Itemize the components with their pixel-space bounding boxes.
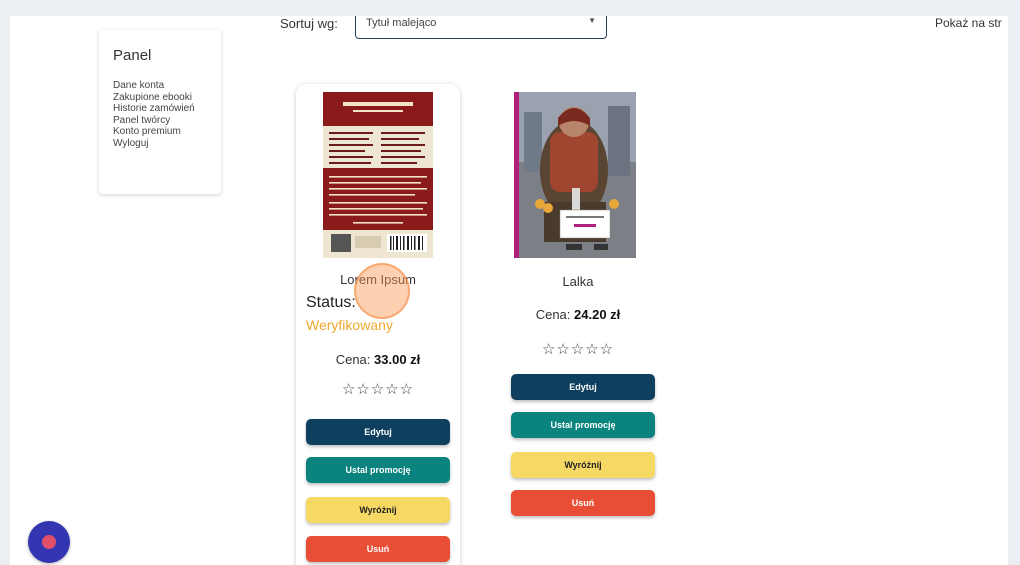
book-price: Cena: 24.20 zł — [496, 307, 660, 322]
edit-button[interactable]: Edytuj — [306, 419, 450, 445]
chat-bubble-button[interactable] — [28, 521, 70, 563]
sort-select[interactable]: Tytuł malejąco ▼ — [355, 16, 607, 39]
main-content: Sortuj wg: Tytuł malejąco ▼ Pokaż na str… — [10, 16, 1008, 565]
feature-button[interactable]: Wyróżnij — [511, 452, 655, 478]
set-promotion-button[interactable]: Ustal promocję — [306, 457, 450, 483]
panel-link-purchased-ebooks[interactable]: Zakupione ebooki — [113, 92, 195, 104]
panel-link-account-data[interactable]: Dane konta — [113, 80, 195, 92]
status-value: Weryfikowany — [306, 317, 393, 333]
sort-selected-value: Tytuł malejąco — [366, 17, 437, 29]
per-page-label: Pokaż na str — [935, 16, 1002, 30]
set-promotion-button[interactable]: Ustal promocję — [511, 412, 655, 438]
panel-link-creator-panel[interactable]: Panel twórcy — [113, 115, 195, 127]
chat-icon — [42, 535, 56, 549]
book-card: Lorem Ipsum Status: Weryfikowany Cena: 3… — [296, 84, 460, 565]
panel-link-order-history[interactable]: Historie zamówień — [113, 103, 195, 115]
book-cover-image[interactable] — [323, 92, 433, 258]
book-title[interactable]: Lorem Ipsum — [296, 272, 460, 287]
price-label: Cena: — [535, 307, 571, 322]
price-value: 24.20 zł — [574, 307, 621, 322]
rating-stars-icon: ☆☆☆☆☆ — [541, 341, 615, 358]
chevron-down-icon: ▼ — [588, 16, 596, 25]
book-price: Cena: 33.00 zł — [296, 352, 460, 367]
panel-title: Panel — [113, 47, 152, 64]
delete-button[interactable]: Usuń — [306, 536, 450, 562]
panel-link-logout[interactable]: Wyloguj — [113, 138, 195, 150]
price-label: Cena: — [335, 352, 371, 367]
account-panel: Panel Dane konta Zakupione ebooki Histor… — [99, 30, 221, 194]
delete-button[interactable]: Usuń — [511, 490, 655, 516]
panel-menu: Dane konta Zakupione ebooki Historie zam… — [113, 80, 195, 150]
edit-button[interactable]: Edytuj — [511, 374, 655, 400]
book-title[interactable]: Lalka — [496, 274, 660, 289]
book-cover-image[interactable] — [514, 92, 636, 258]
rating-stars-icon: ☆☆☆☆☆ — [341, 381, 415, 398]
status-label: Status: — [306, 294, 356, 311]
panel-link-premium[interactable]: Konto premium — [113, 126, 195, 138]
book-card: Lalka Cena: 24.20 zł ☆☆☆☆☆ Edytuj Ustal … — [496, 84, 660, 544]
price-value: 33.00 zł — [374, 352, 421, 367]
sort-label: Sortuj wg: — [280, 16, 338, 31]
feature-button[interactable]: Wyróżnij — [306, 497, 450, 523]
